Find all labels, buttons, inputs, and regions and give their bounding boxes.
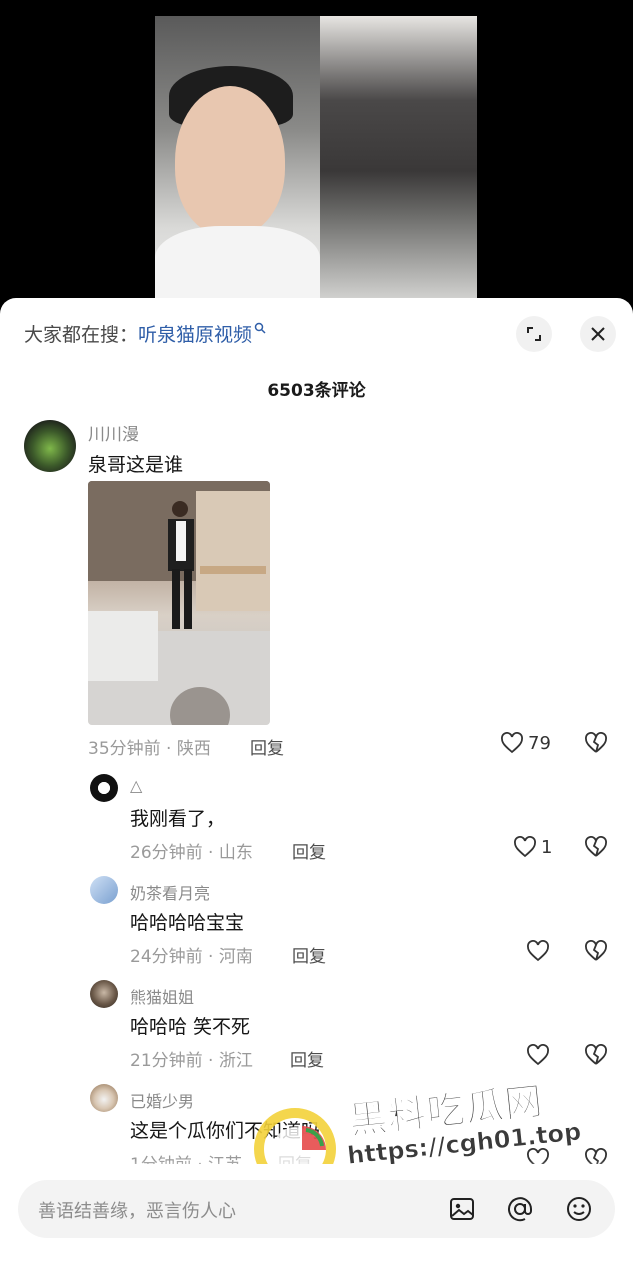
comment-image-scene [88,481,270,725]
search-suggestion[interactable]: 大家都在搜： 听泉猫原视频 [24,320,266,347]
broken-heart-icon[interactable] [584,732,608,754]
comment-text: 我刚看了， [130,808,226,830]
comment-username[interactable]: △ [130,776,142,795]
broken-heart-icon[interactable] [584,836,608,858]
heart-icon [514,836,536,858]
comment-username[interactable]: 熊猫姐姐 [130,984,194,1008]
broken-heart-icon[interactable] [584,940,608,962]
expand-icon [527,327,541,341]
video-frame [155,16,477,298]
close-icon [591,327,605,341]
comment-meta: 26分钟前 · 山东 [130,843,253,863]
emoji-icon[interactable] [565,1195,593,1223]
close-button[interactable] [580,316,616,352]
search-prefix: 大家都在搜： [24,324,139,346]
comment-username[interactable]: 已婚少男 [130,1088,194,1112]
video-figure-face [175,86,285,236]
comment-username[interactable]: 川川漫 [88,420,139,445]
avatar[interactable] [90,980,118,1008]
heart-icon [527,940,549,962]
broken-heart-icon[interactable] [584,1044,608,1066]
like-button[interactable] [526,940,550,962]
comment-text: 哈哈哈 笑不死 [130,1016,251,1038]
search-icon [254,322,266,334]
avatar[interactable] [90,1084,118,1112]
comment-text: 泉哥这是谁 [88,454,184,476]
like-button[interactable] [526,1044,550,1066]
comment-username[interactable]: 奶茶看月亮 [130,880,210,904]
reply-button[interactable]: 回复 [250,734,284,759]
avatar[interactable] [90,876,118,904]
comment-meta: 21分钟前 · 浙江 [130,1051,253,1071]
heart-icon [501,732,523,754]
like-count: 79 [528,732,551,754]
video-figure-shirt [155,226,320,298]
image-icon[interactable] [448,1195,476,1223]
comment-meta: 35分钟前 · 陕西 [88,739,211,759]
avatar[interactable] [24,420,76,472]
comment-input[interactable]: 善语结善缘，恶言伤人心 [18,1180,615,1238]
comment-input-placeholder: 善语结善缘，恶言伤人心 [38,1201,236,1222]
comment-image[interactable] [88,481,270,725]
video-right-panel [320,16,477,298]
like-count: 1 [541,836,553,858]
comment-meta: 24分钟前 · 河南 [130,947,253,967]
heart-icon [527,1044,549,1066]
comment-text: 哈哈哈哈宝宝 [130,912,245,934]
video-player[interactable] [0,0,633,310]
search-term-link[interactable]: 听泉猫原视频 [138,320,252,347]
like-button[interactable]: 79 [500,732,551,754]
reply-button[interactable]: 回复 [290,1046,324,1071]
expand-button[interactable] [516,316,552,352]
like-button[interactable]: 1 [513,836,552,858]
comment-count: 6503条评论 [267,381,366,401]
video-left-panel [155,16,320,298]
reply-button[interactable]: 回复 [292,838,326,863]
reply-button[interactable]: 回复 [292,942,326,967]
avatar[interactable] [90,774,118,802]
mention-icon[interactable] [506,1195,534,1223]
